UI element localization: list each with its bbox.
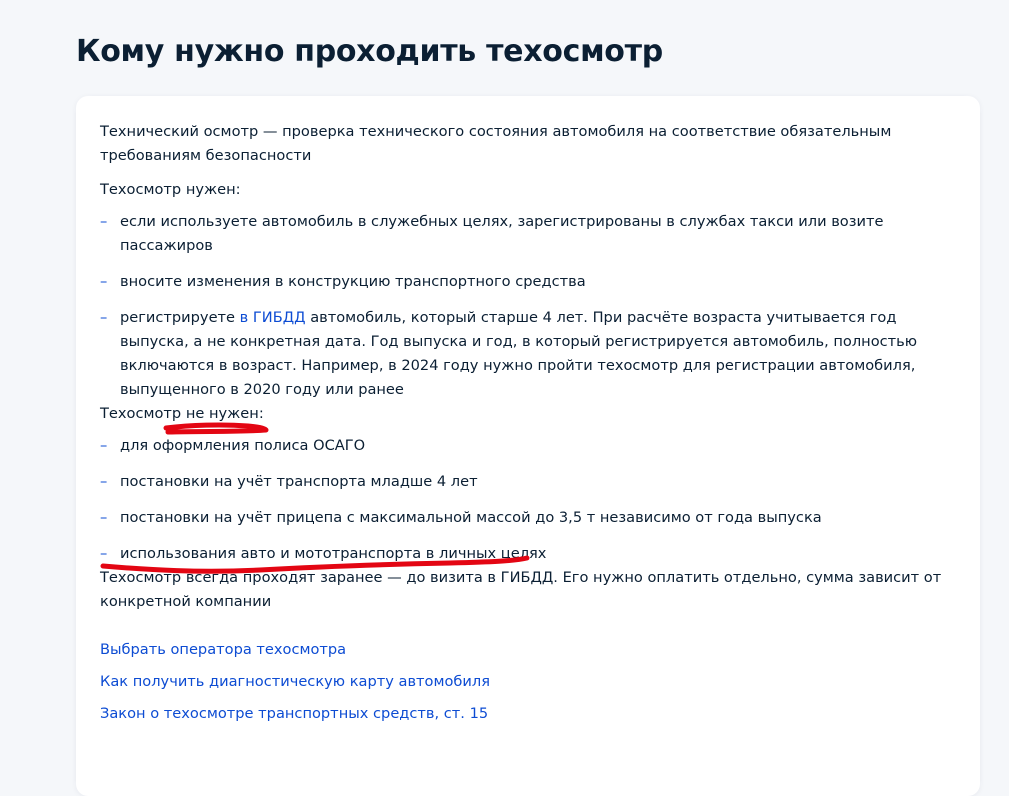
list-item-text-before: регистрируете [120, 309, 236, 326]
list-item-text: постановки на учёт прицепа с максимально… [120, 509, 822, 526]
needed-item-service: – если используете автомобиль в служебны… [100, 210, 960, 258]
list-item-text: использования авто и мототранспорта в ли… [120, 545, 547, 562]
not-needed-item-trailer: – постановки на учёт прицепа с максималь… [100, 506, 960, 530]
dash-bullet-icon: – [100, 213, 108, 230]
dash-bullet-icon: – [100, 545, 108, 562]
dash-bullet-icon: – [100, 309, 108, 326]
gibdd-link[interactable]: в ГИБДД [240, 309, 306, 326]
list-item-text: если используете автомобиль в служебных … [120, 213, 884, 254]
footer-note: Техосмотр всегда проходят заранее — до в… [100, 569, 942, 610]
not-needed-item-new-vehicle: – постановки на учёт транспорта младше 4… [100, 470, 960, 494]
not-needed-item-osago: – для оформления полиса ОСАГО [100, 434, 960, 458]
not-needed-item-personal-use: – использования авто и мототранспорта в … [100, 542, 960, 566]
page-title: Кому нужно проходить техосмотр [76, 34, 663, 69]
list-item-text: для оформления полиса ОСАГО [120, 437, 366, 454]
info-card: Технический осмотр — проверка техническо… [76, 96, 980, 796]
dash-bullet-icon: – [100, 473, 108, 490]
intro-text: Технический осмотр — проверка техническо… [100, 123, 892, 164]
dash-bullet-icon: – [100, 273, 108, 290]
not-needed-heading: Техосмотр не нужен: [100, 405, 264, 422]
list-item-text: вносите изменения в конструкцию транспор… [120, 273, 586, 290]
inspection-law-link[interactable]: Закон о техосмотре транспортных средств,… [100, 705, 488, 722]
diagnostic-card-link[interactable]: Как получить диагностическую карту автом… [100, 673, 490, 690]
not-needed-list: – для оформления полиса ОСАГО – постанов… [100, 434, 960, 566]
needed-list: – если используете автомобиль в служебны… [100, 210, 960, 402]
card-content: Технический осмотр — проверка техническо… [100, 120, 960, 726]
needed-item-construction: – вносите изменения в конструкцию трансп… [100, 270, 960, 294]
dash-bullet-icon: – [100, 437, 108, 454]
related-links: Выбрать оператора техосмотра Как получит… [100, 638, 960, 726]
choose-operator-link[interactable]: Выбрать оператора техосмотра [100, 641, 346, 658]
needed-heading: Техосмотр нужен: [100, 181, 241, 198]
needed-item-registration: – регистрируете в ГИБДД автомобиль, кото… [100, 306, 960, 402]
dash-bullet-icon: – [100, 509, 108, 526]
list-item-text: постановки на учёт транспорта младше 4 л… [120, 473, 478, 490]
